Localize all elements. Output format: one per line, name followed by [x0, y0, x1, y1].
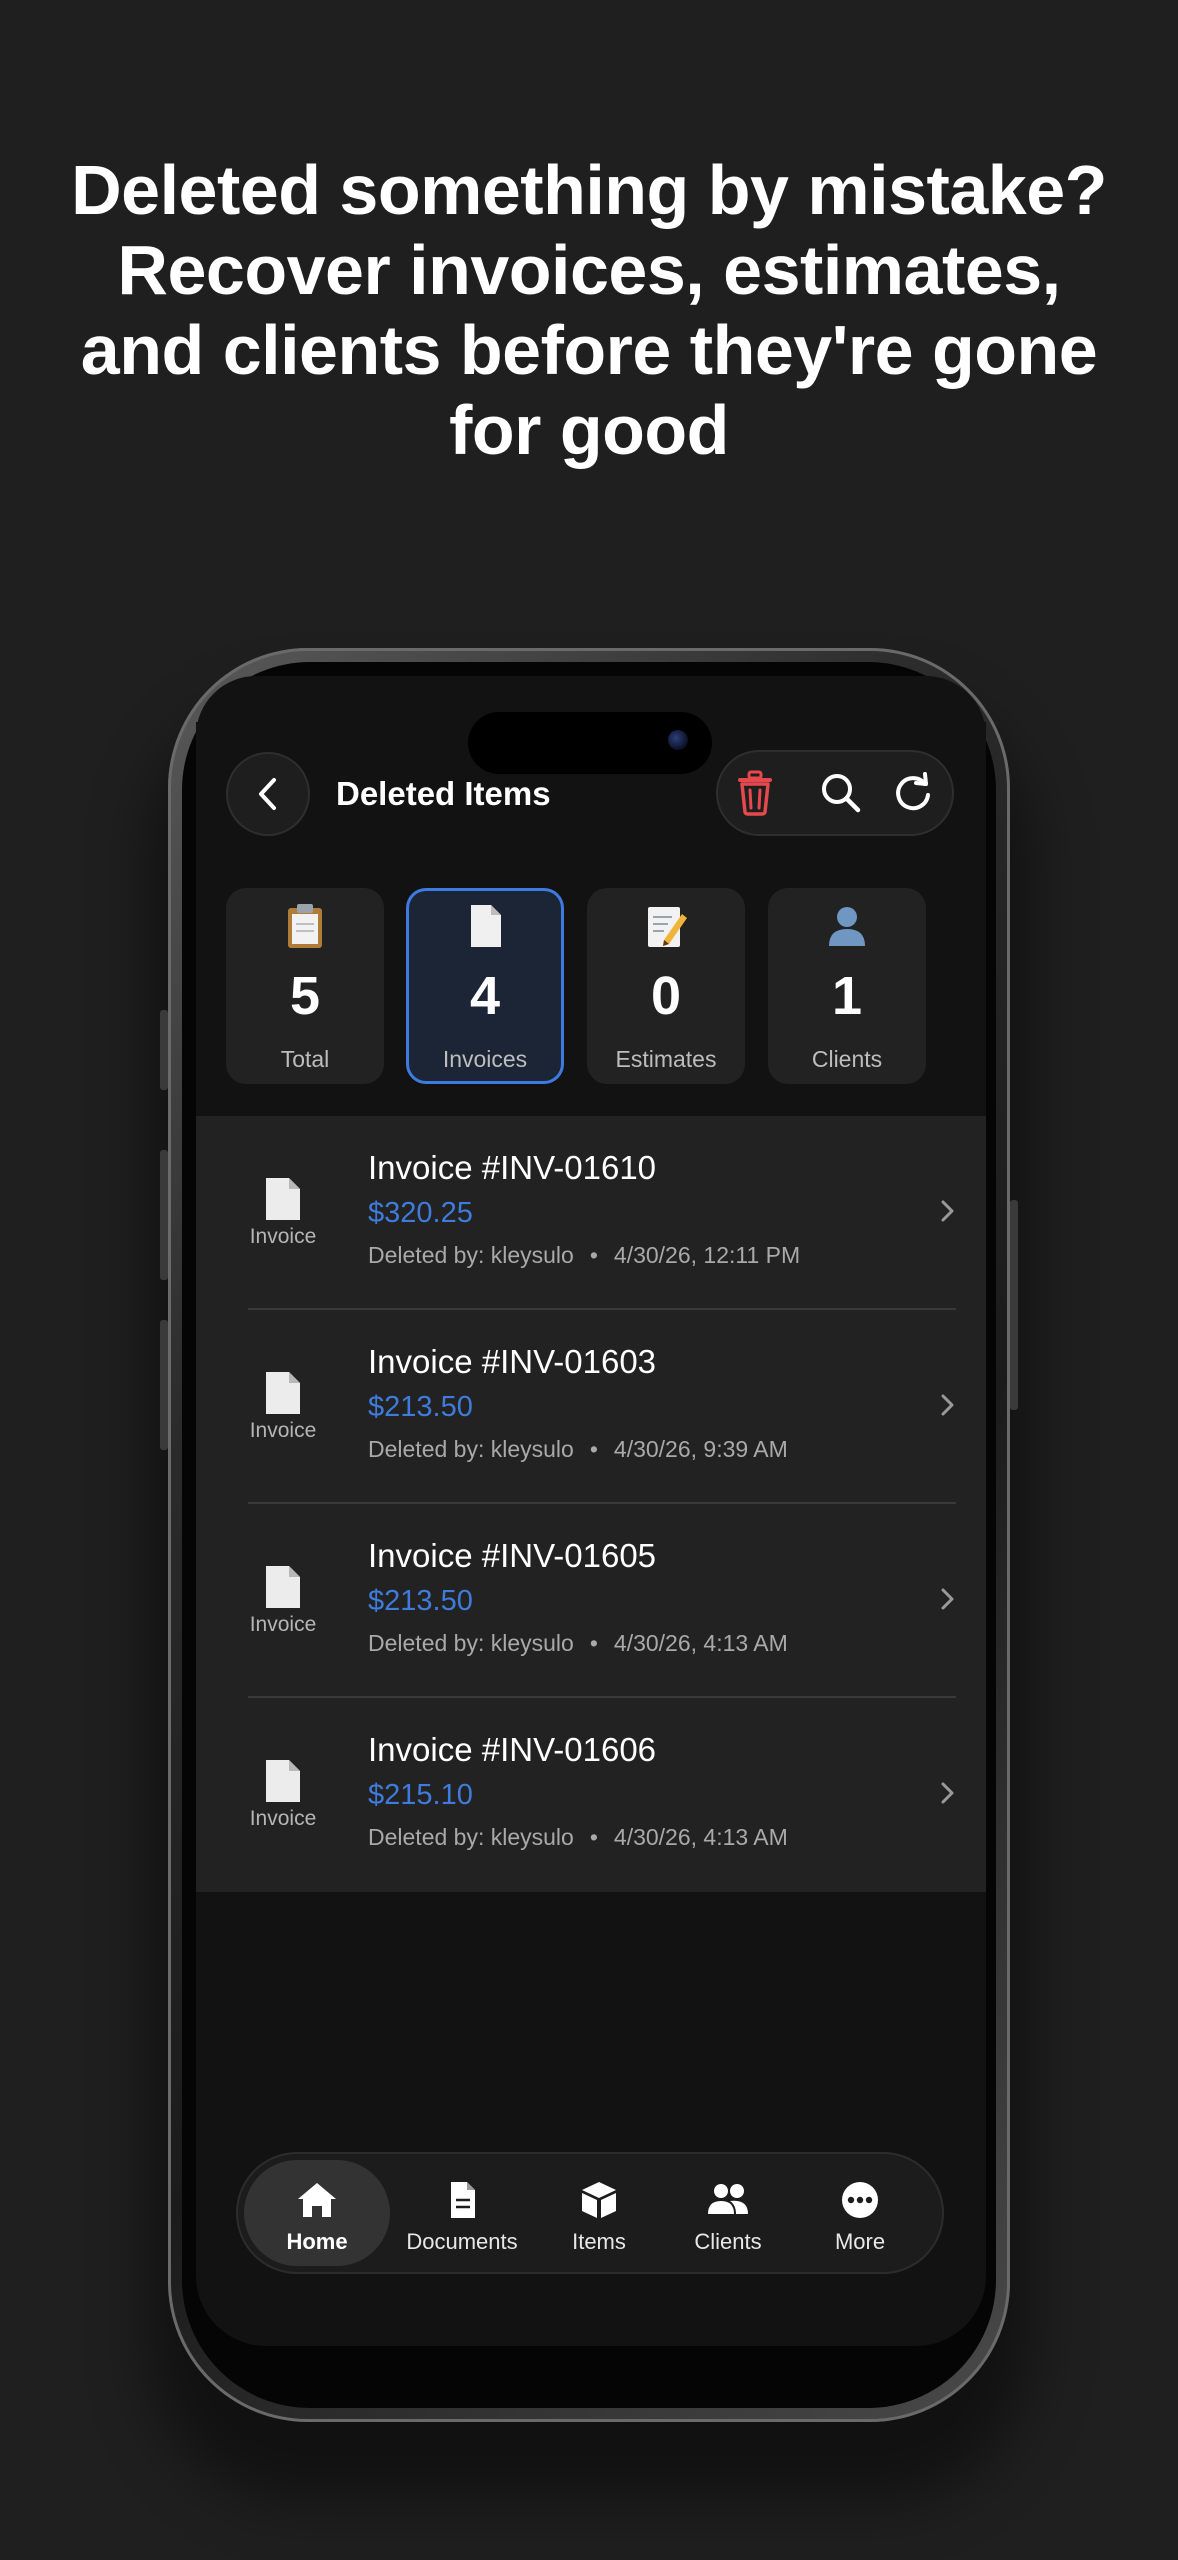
memo-icon	[648, 907, 687, 947]
headline-line: Deleted something by mistake?	[71, 151, 1107, 229]
document-icon	[266, 1760, 300, 1802]
stat-label: Invoices	[442, 1046, 528, 1072]
item-amount: $213.50	[368, 1391, 473, 1423]
tab-more[interactable]: More	[796, 2160, 924, 2266]
search-button[interactable]	[816, 768, 866, 818]
tab-bar: Home Documents Items Clients More	[236, 2152, 944, 2274]
headline: Deleted something by mistake? Recover in…	[40, 150, 1138, 470]
document-icon	[266, 1372, 300, 1414]
stat-value: 1	[831, 966, 863, 1026]
deleted-by: Deleted by: kleysulo	[368, 1242, 574, 1268]
stat-value: 4	[469, 966, 501, 1026]
document-icon	[451, 2182, 475, 2218]
document-icon	[266, 1178, 300, 1220]
tab-label: Home	[286, 2229, 348, 2254]
item-amount: $320.25	[368, 1197, 473, 1229]
chevron-right-icon	[941, 1200, 954, 1222]
meta-separator: •	[589, 1436, 598, 1462]
list-item[interactable]: Invoice Invoice #INV-01603 $213.50 Delet…	[196, 1310, 986, 1504]
chevron-right-icon	[941, 1782, 954, 1804]
box-icon	[582, 2182, 616, 2218]
headline-line: for good	[449, 391, 729, 469]
item-amount: $213.50	[368, 1585, 473, 1617]
tab-clients[interactable]: Clients	[666, 2160, 790, 2266]
refresh-button[interactable]	[888, 768, 938, 818]
page-title: Deleted Items	[336, 775, 551, 812]
more-icon	[842, 2182, 878, 2218]
list-item[interactable]: Invoice Invoice #INV-01610 $320.25 Delet…	[196, 1116, 986, 1310]
deleted-by: Deleted by: kleysulo	[368, 1436, 574, 1462]
power-button	[1010, 1200, 1018, 1410]
item-title: Invoice #INV-01606	[368, 1731, 657, 1768]
tab-documents[interactable]: Documents	[396, 2160, 528, 2266]
page: Deleted something by mistake? Recover in…	[0, 0, 1178, 2560]
deleted-by: Deleted by: kleysulo	[368, 1824, 574, 1850]
item-title: Invoice #INV-01610	[368, 1149, 657, 1186]
stat-card-total[interactable]: 5 Total	[226, 888, 384, 1084]
item-title: Invoice #INV-01605	[368, 1537, 657, 1574]
chevron-right-icon	[941, 1588, 954, 1610]
home-icon	[298, 2183, 336, 2217]
deleted-timestamp: 4/30/26, 4:13 AM	[613, 1630, 788, 1656]
tab-label: Documents	[406, 2229, 518, 2254]
item-type-label: Invoice	[249, 1613, 317, 1636]
stat-label: Estimates	[615, 1046, 717, 1072]
meta-separator: •	[589, 1630, 598, 1656]
volume-up-button	[160, 1150, 168, 1280]
item-meta: Deleted by: kleysulo • 4/30/26, 4:13 AM	[368, 1628, 788, 1658]
item-type-label: Invoice	[249, 1807, 317, 1830]
tab-home[interactable]: Home	[244, 2160, 390, 2266]
item-amount: $215.10	[368, 1779, 473, 1811]
stat-label: Total	[280, 1046, 330, 1072]
search-icon	[822, 774, 861, 813]
meta-separator: •	[589, 1824, 598, 1850]
meta-separator: •	[589, 1242, 598, 1268]
trash-icon	[738, 770, 772, 816]
app-screen: Deleted Items 5 Total 4 Invoices 0 Estim…	[196, 722, 986, 2346]
stat-label: Clients	[811, 1046, 883, 1072]
deleted-timestamp: 4/30/26, 12:11 PM	[613, 1242, 801, 1268]
refresh-icon	[896, 772, 930, 811]
tab-label: Items	[572, 2229, 626, 2254]
stat-card-estimates[interactable]: 0 Estimates	[587, 888, 745, 1084]
document-icon	[471, 905, 501, 947]
deleted-items-list: Invoice Invoice #INV-01610 $320.25 Delet…	[196, 1116, 986, 1892]
users-icon	[708, 2184, 748, 2214]
document-icon	[266, 1566, 300, 1608]
headline-line: Recover invoices, estimates,	[117, 231, 1061, 309]
volume-down-button	[160, 1320, 168, 1450]
stat-card-invoices[interactable]: 4 Invoices	[406, 888, 564, 1084]
item-meta: Deleted by: kleysulo • 4/30/26, 4:13 AM	[368, 1822, 788, 1852]
tab-label: More	[834, 2229, 886, 2254]
header-actions	[716, 750, 954, 836]
back-button[interactable]	[226, 752, 310, 836]
person-icon	[829, 907, 865, 946]
stat-value: 5	[289, 966, 321, 1026]
item-meta: Deleted by: kleysulo • 4/30/26, 9:39 AM	[368, 1434, 788, 1464]
stat-value: 0	[650, 966, 682, 1026]
item-type-label: Invoice	[249, 1419, 317, 1442]
tab-label: Clients	[694, 2229, 762, 2254]
item-type-label: Invoice	[249, 1225, 317, 1248]
chevron-right-icon	[941, 1394, 954, 1416]
chevron-left-icon	[259, 778, 276, 810]
item-title: Invoice #INV-01603	[368, 1343, 657, 1380]
camera-icon	[668, 730, 688, 750]
stat-card-clients[interactable]: 1 Clients	[768, 888, 926, 1084]
list-item[interactable]: Invoice Invoice #INV-01606 $215.10 Delet…	[196, 1698, 986, 1892]
list-item[interactable]: Invoice Invoice #INV-01605 $213.50 Delet…	[196, 1504, 986, 1698]
empty-trash-button[interactable]	[730, 768, 780, 818]
deleted-by: Deleted by: kleysulo	[368, 1630, 574, 1656]
action-button	[160, 1010, 168, 1090]
deleted-timestamp: 4/30/26, 4:13 AM	[613, 1824, 788, 1850]
item-meta: Deleted by: kleysulo • 4/30/26, 12:11 PM	[368, 1240, 800, 1270]
headline-line: and clients before they're gone	[80, 311, 1098, 389]
deleted-timestamp: 4/30/26, 9:39 AM	[613, 1436, 788, 1462]
tab-items[interactable]: Items	[536, 2160, 662, 2266]
clipboard-icon	[288, 904, 322, 948]
